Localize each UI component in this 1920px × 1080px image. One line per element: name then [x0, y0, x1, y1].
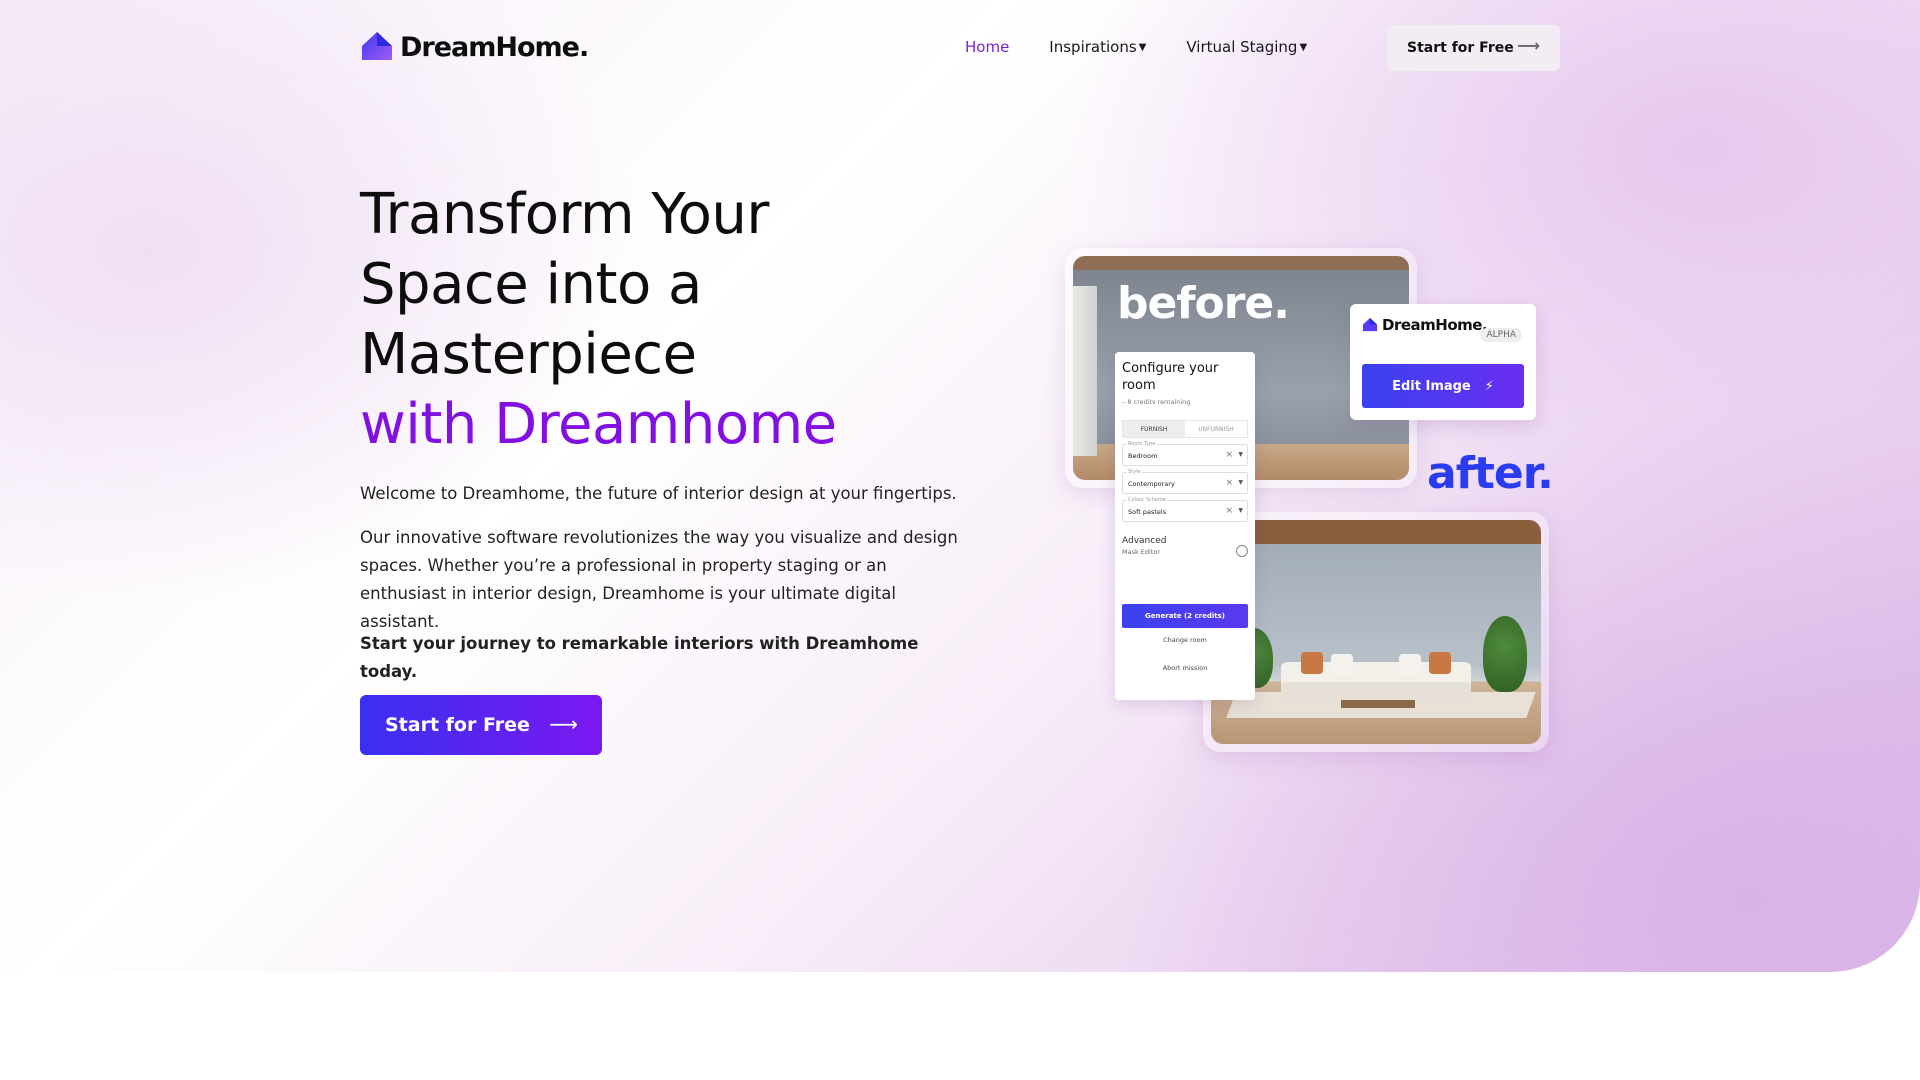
nav-link-inspirations[interactable]: Inspirations ▼	[1049, 38, 1146, 56]
nav-links: Home Inspirations ▼ Virtual Staging ▼	[965, 38, 1347, 56]
clear-icon[interactable]: ×	[1225, 478, 1233, 488]
logo-text: DreamHome.	[400, 31, 589, 63]
logo[interactable]: DreamHome.	[360, 30, 589, 64]
advanced-heading: Advanced	[1122, 536, 1167, 546]
before-after-mockup: before. after. DreamHome. ALPHA Edit Ima…	[1065, 248, 1565, 758]
tab-unfurnish[interactable]: UNFURNISH	[1185, 421, 1247, 437]
hero-intro-text: Welcome to Dreamhome, the future of inte…	[360, 484, 957, 503]
edit-image-button[interactable]: Edit Image ⚡	[1362, 364, 1524, 408]
hero-tagline-text: Start your journey to remarkable interio…	[360, 634, 919, 681]
hero-section: DreamHome. Home Inspirations ▼ Virtual St…	[0, 0, 1920, 972]
colour-scheme-value: Soft pastels	[1128, 508, 1167, 516]
nav-link-virtual-staging-label: Virtual Staging	[1186, 38, 1298, 56]
nav-link-home-label: Home	[965, 38, 1010, 56]
after-label: after.	[1427, 448, 1554, 499]
room-type-value: Bedroom	[1128, 452, 1158, 460]
edit-image-label: Edit Image	[1392, 378, 1471, 394]
before-label: before.	[1117, 278, 1290, 329]
nav-start-free-button[interactable]: Start for Free ⟶	[1387, 25, 1560, 71]
nav-link-inspirations-label: Inspirations	[1049, 38, 1137, 56]
house-logo-icon	[362, 32, 392, 60]
card-logo: DreamHome.	[1362, 316, 1488, 334]
arrow-right-icon: ⟶	[549, 712, 578, 736]
mask-editor-toggle[interactable]	[1236, 545, 1248, 557]
card-logo-text: DreamHome.	[1382, 316, 1488, 334]
window-curtain	[1073, 286, 1097, 456]
editor-brand-card: DreamHome. ALPHA Edit Image ⚡	[1350, 304, 1536, 420]
chevron-down-icon: ▼	[1299, 41, 1308, 53]
arrow-right-icon: ⟶	[1517, 36, 1540, 55]
plant-right	[1483, 616, 1527, 692]
change-room-link[interactable]: Change room	[1122, 636, 1248, 644]
style-select[interactable]: Style Contemporary × ▼	[1122, 469, 1248, 494]
top-navigation: DreamHome. Home Inspirations ▼ Virtual St…	[360, 25, 1560, 76]
headline-line: Transform Your	[360, 182, 769, 247]
chevron-down-icon: ▼	[1138, 41, 1147, 53]
furnish-tabs: FURNISH UNFURNISH	[1122, 420, 1248, 438]
hero-description-text: Our innovative software revolutionizes t…	[360, 528, 958, 631]
headline-line: Masterpiece	[360, 322, 697, 387]
house-logo-icon	[1362, 317, 1378, 332]
colour-scheme-select[interactable]: Colour Scheme Soft pastels × ▼	[1122, 497, 1248, 522]
style-label: Style	[1127, 469, 1142, 475]
headline-accent: with Dreamhome	[360, 392, 837, 457]
config-title: Configure your room	[1122, 361, 1219, 393]
furnished-room-image	[1211, 520, 1541, 744]
hero-start-free-label: Start for Free	[385, 714, 530, 736]
clear-icon[interactable]: ×	[1225, 506, 1233, 516]
abort-mission-link[interactable]: Abort mission	[1122, 664, 1248, 672]
mask-editor-label: Mask Editor	[1122, 548, 1161, 556]
nav-link-home[interactable]: Home	[965, 38, 1009, 56]
room-type-select[interactable]: Room Type Bedroom × ▼	[1122, 441, 1248, 466]
tab-furnish[interactable]: FURNISH	[1123, 421, 1185, 437]
dropdown-caret-icon[interactable]: ▼	[1238, 507, 1243, 514]
credits-remaining: – 8 credits remaining	[1122, 398, 1191, 406]
clear-icon[interactable]: ×	[1225, 450, 1233, 460]
sofa-illustration	[1281, 652, 1471, 708]
colour-scheme-label: Colour Scheme	[1127, 497, 1167, 503]
dropdown-caret-icon[interactable]: ▼	[1238, 451, 1243, 458]
hero-start-free-button[interactable]: Start for Free ⟶	[360, 695, 602, 755]
hero-headline: Transform Your Space into a Masterpiece …	[360, 180, 837, 460]
headline-line: Space into a	[360, 252, 702, 317]
nav-start-free-label: Start for Free	[1407, 40, 1514, 56]
generate-button[interactable]: Generate (2 credits)	[1122, 604, 1248, 628]
configure-room-panel: Configure your room – 8 credits remainin…	[1115, 352, 1255, 700]
room-type-label: Room Type	[1127, 441, 1157, 447]
dropdown-caret-icon[interactable]: ▼	[1238, 479, 1243, 486]
style-value: Contemporary	[1128, 480, 1175, 488]
mask-editor-row: Mask Editor	[1122, 545, 1248, 557]
alpha-badge: ALPHA	[1480, 328, 1522, 342]
bolt-icon: ⚡	[1484, 378, 1494, 394]
nav-link-virtual-staging[interactable]: Virtual Staging ▼	[1186, 38, 1307, 56]
